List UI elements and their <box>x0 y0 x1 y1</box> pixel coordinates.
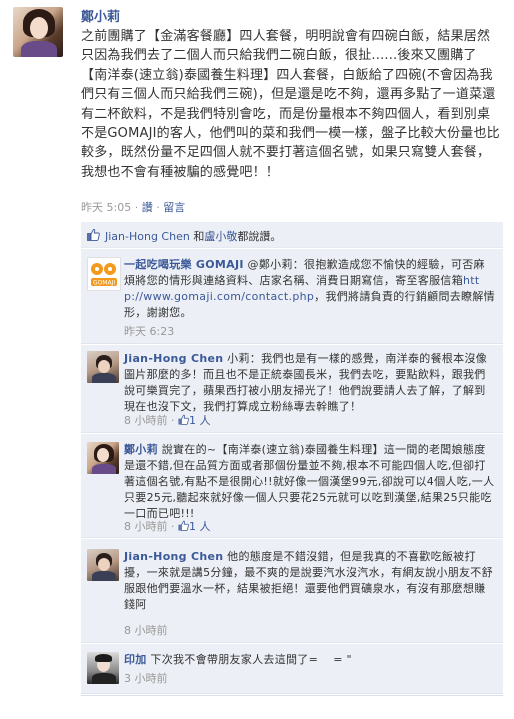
commenter-avatar[interactable] <box>87 652 119 684</box>
svg-text:GOMAJI: GOMAJI <box>93 280 115 287</box>
comment-item: Jian-Hong Chen 他的態度是不錯沒錯，但是我真的不喜歡吃飯被打擾，一… <box>81 539 503 643</box>
thumbs-up-icon <box>178 520 189 531</box>
likes-conjunction: 和 <box>189 230 205 243</box>
meta-separator: · <box>167 414 178 427</box>
comment-time[interactable]: 8 小時前 <box>124 414 168 427</box>
liker-name-2[interactable]: 盧小敬 <box>204 230 237 243</box>
comment-author[interactable]: Jian-Hong Chen <box>124 352 223 365</box>
commenter-avatar[interactable] <box>87 442 119 474</box>
commenter-avatar[interactable] <box>87 549 119 581</box>
gomaji-logo-icon[interactable]: GOMAJI <box>87 257 121 291</box>
comment-item: 鄭小莉 說實在的~【南洋泰(速立翁)泰國養生料理】這一間的老闆娘態度是還不錯,但… <box>81 434 503 538</box>
comment-item: Jian-Hong Chen 小莉：我們也是有一樣的感覺，南洋泰的餐根本沒像圖片… <box>81 345 503 433</box>
liker-name-1[interactable]: Jian-Hong Chen <box>105 230 190 243</box>
comment-text: 一起吃喝玩樂 GOMAJI @鄭小莉：很抱歉造成您不愉快的經驗，可否麻煩將您的情… <box>124 257 495 321</box>
post-author[interactable]: 鄭小莉 <box>81 6 120 25</box>
comment-meta: 8 小時前 <box>124 622 168 638</box>
meta-separator: · <box>167 520 178 533</box>
comment-text: Jian-Hong Chen 小莉：我們也是有一樣的感覺，南洋泰的餐根本沒像圖片… <box>124 351 495 415</box>
commenter-avatar[interactable] <box>87 351 119 383</box>
comment-likes-count[interactable]: 1 人 <box>189 414 211 427</box>
comment-meta: 8 小時前 · 1 人 <box>124 518 211 534</box>
likes-summary: Jian-Hong Chen 和盧小敬都說讚。 <box>81 222 503 248</box>
comment-message: 說實在的~【南洋泰(速立翁)泰國養生料理】這一間的老闆娘態度是還不錯,但在品質方… <box>124 443 495 520</box>
comment-time[interactable]: 昨天 6:23 <box>124 325 174 338</box>
comment-author[interactable]: 印加 <box>124 653 147 666</box>
comment-text: 鄭小莉 說實在的~【南洋泰(速立翁)泰國養生料理】這一間的老闆娘態度是還不錯,但… <box>124 442 495 522</box>
comment-meta: 8 小時前 · 1 人 <box>124 412 211 428</box>
comment-time[interactable]: 8 小時前 <box>124 520 168 533</box>
post-message: 之前團購了【金滿客餐廳】四人套餐，明明說會有四碗白飯，結果居然只因為我們去了二個… <box>81 29 500 180</box>
comment-item: GOMAJI 一起吃喝玩樂 GOMAJI @鄭小莉：很抱歉造成您不愉快的經驗，可… <box>81 249 503 344</box>
post-time[interactable]: 昨天 5:05 <box>81 201 131 214</box>
comment-text: Jian-Hong Chen 他的態度是不錯沒錯，但是我真的不喜歡吃飯被打擾，一… <box>124 549 495 613</box>
comment-time[interactable]: 8 小時前 <box>124 624 168 637</box>
comment-author[interactable]: Jian-Hong Chen <box>124 550 223 563</box>
thumbs-up-icon <box>178 414 189 425</box>
author-avatar[interactable] <box>13 7 63 57</box>
post-meta: 昨天 5:05 · 讚 · 留言 <box>81 199 185 215</box>
comment-text: 印加 下次我不會帶朋友家人去這間了= = " <box>124 652 495 668</box>
thumbs-up-icon <box>87 228 100 241</box>
comment-author[interactable]: 鄭小莉 <box>124 443 158 456</box>
comment-message: 下次我不會帶朋友家人去這間了= = " <box>146 653 352 666</box>
like-link[interactable]: 讚 <box>142 201 153 214</box>
comment-likes-count[interactable]: 1 人 <box>189 520 211 533</box>
comment-meta: 昨天 6:23 <box>124 323 174 339</box>
comment-time[interactable]: 3 小時前 <box>124 672 168 685</box>
divider <box>81 695 503 696</box>
meta-separator: · <box>131 201 142 214</box>
meta-separator: · <box>152 201 164 214</box>
comment-link[interactable]: 留言 <box>163 201 185 214</box>
comment-item: 印加 下次我不會帶朋友家人去這間了= = " 3 小時前 <box>81 644 503 694</box>
comment-author[interactable]: 一起吃喝玩樂 GOMAJI <box>124 258 244 271</box>
comment-meta: 3 小時前 <box>124 670 168 686</box>
likes-suffix: 都說讚。 <box>237 230 282 243</box>
